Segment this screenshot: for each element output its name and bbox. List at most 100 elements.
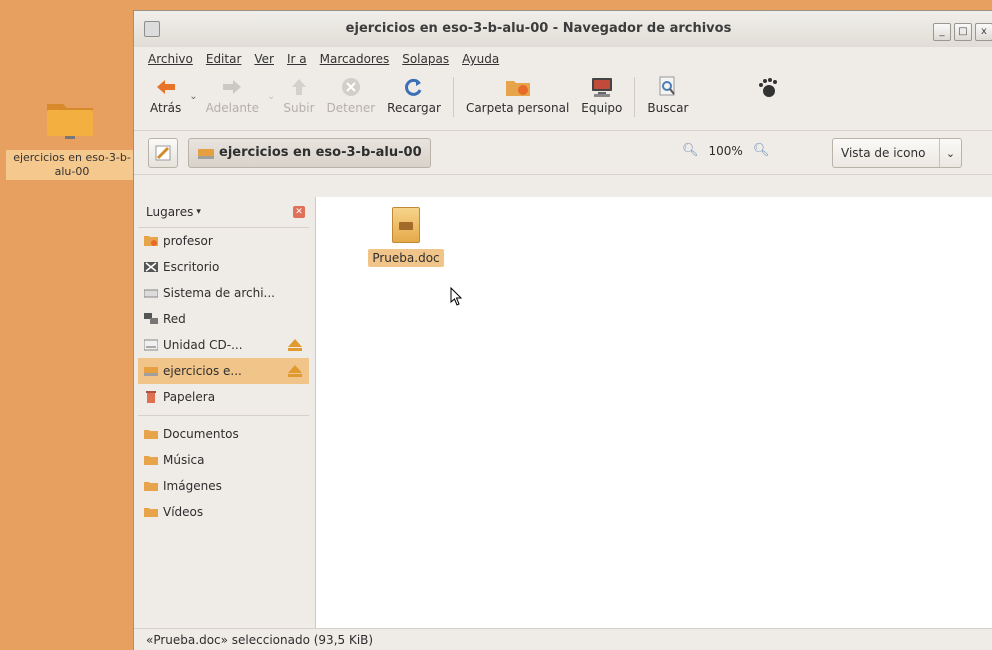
desktop-icon	[144, 262, 158, 272]
sidebar-item-label: Imágenes	[163, 479, 222, 493]
sidebar-item-label: Unidad CD-...	[163, 338, 243, 352]
cdrom-icon	[144, 339, 158, 351]
home-folder-icon	[505, 73, 531, 101]
maximize-button[interactable]: □	[954, 23, 972, 41]
menu-solapas[interactable]: Solapas	[402, 52, 449, 66]
eject-icon[interactable]	[287, 364, 303, 378]
sidebar-item-filesystem[interactable]: Sistema de archi...	[138, 280, 309, 306]
status-text: «Prueba.doc» seleccionado (93,5 KiB)	[146, 632, 374, 647]
eject-icon[interactable]	[287, 338, 303, 352]
reload-label: Recargar	[387, 101, 441, 115]
mouse-pointer-icon	[450, 287, 463, 306]
up-button[interactable]: Subir	[277, 73, 320, 125]
file-name: Prueba.doc	[368, 249, 444, 267]
sidebar-item-trash[interactable]: Papelera	[138, 384, 309, 410]
up-arrow-icon	[290, 73, 308, 101]
stop-label: Detener	[326, 101, 376, 115]
menu-ver[interactable]: Ver	[254, 52, 274, 66]
folder-icon	[144, 456, 158, 465]
home-button[interactable]: Carpeta personal	[460, 73, 575, 125]
sidebar-item-label: profesor	[163, 234, 213, 248]
sidebar-header-label: Lugares	[146, 205, 194, 219]
sidebar-item-label: Vídeos	[163, 505, 204, 519]
reload-button[interactable]: Recargar	[381, 73, 447, 125]
menu-ayuda[interactable]: Ayuda	[462, 52, 499, 66]
folder-icon	[144, 482, 158, 491]
edit-location-icon	[155, 145, 171, 160]
stop-button[interactable]: Detener	[321, 73, 382, 125]
stop-icon	[341, 73, 361, 101]
menubar: Archivo Editar Ver Ir a Marcadores Solap…	[134, 47, 992, 71]
chevron-down-icon: ⌄	[939, 139, 961, 167]
up-label: Subir	[283, 101, 315, 115]
forward-history-dropdown-icon[interactable]: ⌄	[267, 91, 275, 112]
sidebar-item-label: Papelera	[163, 390, 216, 404]
close-button[interactable]: x	[975, 23, 992, 41]
menu-archivo[interactable]: Archivo	[148, 52, 193, 66]
view-mode-select[interactable]: Vista de icono ⌄	[832, 138, 962, 168]
folder-icon	[144, 430, 158, 439]
menu-ir-a[interactable]: Ir a	[287, 52, 307, 66]
network-icon	[144, 313, 158, 324]
file-view[interactable]: Prueba.doc	[316, 197, 992, 628]
zoom-level[interactable]: 100%	[709, 144, 743, 158]
desktop-folder-icon[interactable]: ejercicios en eso-3-b-alu-00	[0, 96, 140, 180]
zoom-out-icon[interactable]: 🔍︎	[682, 143, 699, 158]
sidebar-item-label: Documentos	[163, 427, 239, 441]
back-arrow-icon	[155, 73, 177, 101]
sidebar-item-escritorio[interactable]: Escritorio	[138, 254, 309, 280]
computer-button[interactable]: Equipo	[575, 73, 628, 125]
computer-icon	[589, 73, 615, 101]
desktop-folder-label: ejercicios en eso-3-b-alu-00	[6, 150, 138, 180]
forward-label: Adelante	[205, 101, 260, 115]
view-mode-label: Vista de icono	[841, 146, 926, 160]
search-button[interactable]: Buscar	[641, 73, 694, 125]
sidebar-item-documentos[interactable]: Documentos	[138, 421, 309, 447]
trash-icon	[146, 391, 156, 403]
window-title: ejercicios en eso-3-b-alu-00 - Navegador…	[345, 21, 732, 36]
path-label: ejercicios en eso-3-b-alu-00	[219, 145, 422, 160]
folder-icon	[45, 96, 95, 139]
forward-arrow-icon	[221, 73, 243, 101]
sidebar-item-label: Música	[163, 453, 205, 467]
sidebar-separator	[138, 415, 309, 416]
sidebar-item-current-volume[interactable]: ejercicios e...	[138, 358, 309, 384]
toolbar-separator	[452, 77, 454, 117]
toolbar: Atrás ⌄ Adelante ⌄ Subir Detener Recarga…	[134, 71, 992, 131]
toggle-location-entry-button[interactable]	[148, 137, 178, 168]
search-icon	[658, 73, 678, 101]
chevron-down-icon: ▾	[196, 207, 201, 217]
computer-label: Equipo	[581, 101, 623, 115]
menu-marcadores[interactable]: Marcadores	[320, 52, 390, 66]
minimize-button[interactable]: _	[933, 23, 951, 41]
titlebar[interactable]: ejercicios en eso-3-b-alu-00 - Navegador…	[134, 11, 992, 47]
sidebar-item-label: Escritorio	[163, 260, 220, 274]
sidebar-item-musica[interactable]: Música	[138, 447, 309, 473]
drive-icon	[198, 148, 214, 159]
gnome-foot-icon	[750, 73, 784, 125]
path-button-current[interactable]: ejercicios en eso-3-b-alu-00	[188, 137, 431, 168]
back-button[interactable]: Atrás	[144, 73, 187, 125]
sidebar-item-label: Sistema de archi...	[163, 286, 275, 300]
toolbar-separator	[634, 77, 636, 117]
sidebar-item-imagenes[interactable]: Imágenes	[138, 473, 309, 499]
home-label: Carpeta personal	[465, 101, 570, 115]
sidebar-item-profesor[interactable]: profesor	[138, 228, 309, 254]
drive-icon	[144, 367, 158, 376]
back-history-dropdown-icon[interactable]: ⌄	[189, 91, 197, 112]
forward-button[interactable]: Adelante	[200, 73, 265, 125]
back-label: Atrás	[150, 101, 182, 115]
folder-icon	[144, 508, 158, 517]
zoom-in-icon[interactable]: 🔍︎	[753, 143, 770, 158]
sidebar-item-videos[interactable]: Vídeos	[138, 499, 309, 525]
close-sidebar-icon[interactable]: ✕	[293, 206, 305, 218]
zoom-control: 🔍︎ 100% 🔍︎	[682, 143, 769, 158]
location-bar: ejercicios en eso-3-b-alu-00 🔍︎ 100% 🔍︎ …	[134, 131, 992, 175]
file-browser-window: ejercicios en eso-3-b-alu-00 - Navegador…	[133, 10, 992, 650]
sidebar-item-cd-drive[interactable]: Unidad CD-...	[138, 332, 309, 358]
menu-editar[interactable]: Editar	[206, 52, 242, 66]
file-item[interactable]: Prueba.doc	[366, 207, 446, 267]
status-bar: «Prueba.doc» seleccionado (93,5 KiB)	[134, 628, 992, 650]
sidebar-item-network[interactable]: Red	[138, 306, 309, 332]
sidebar-header[interactable]: Lugares ▾ ✕	[134, 197, 315, 227]
